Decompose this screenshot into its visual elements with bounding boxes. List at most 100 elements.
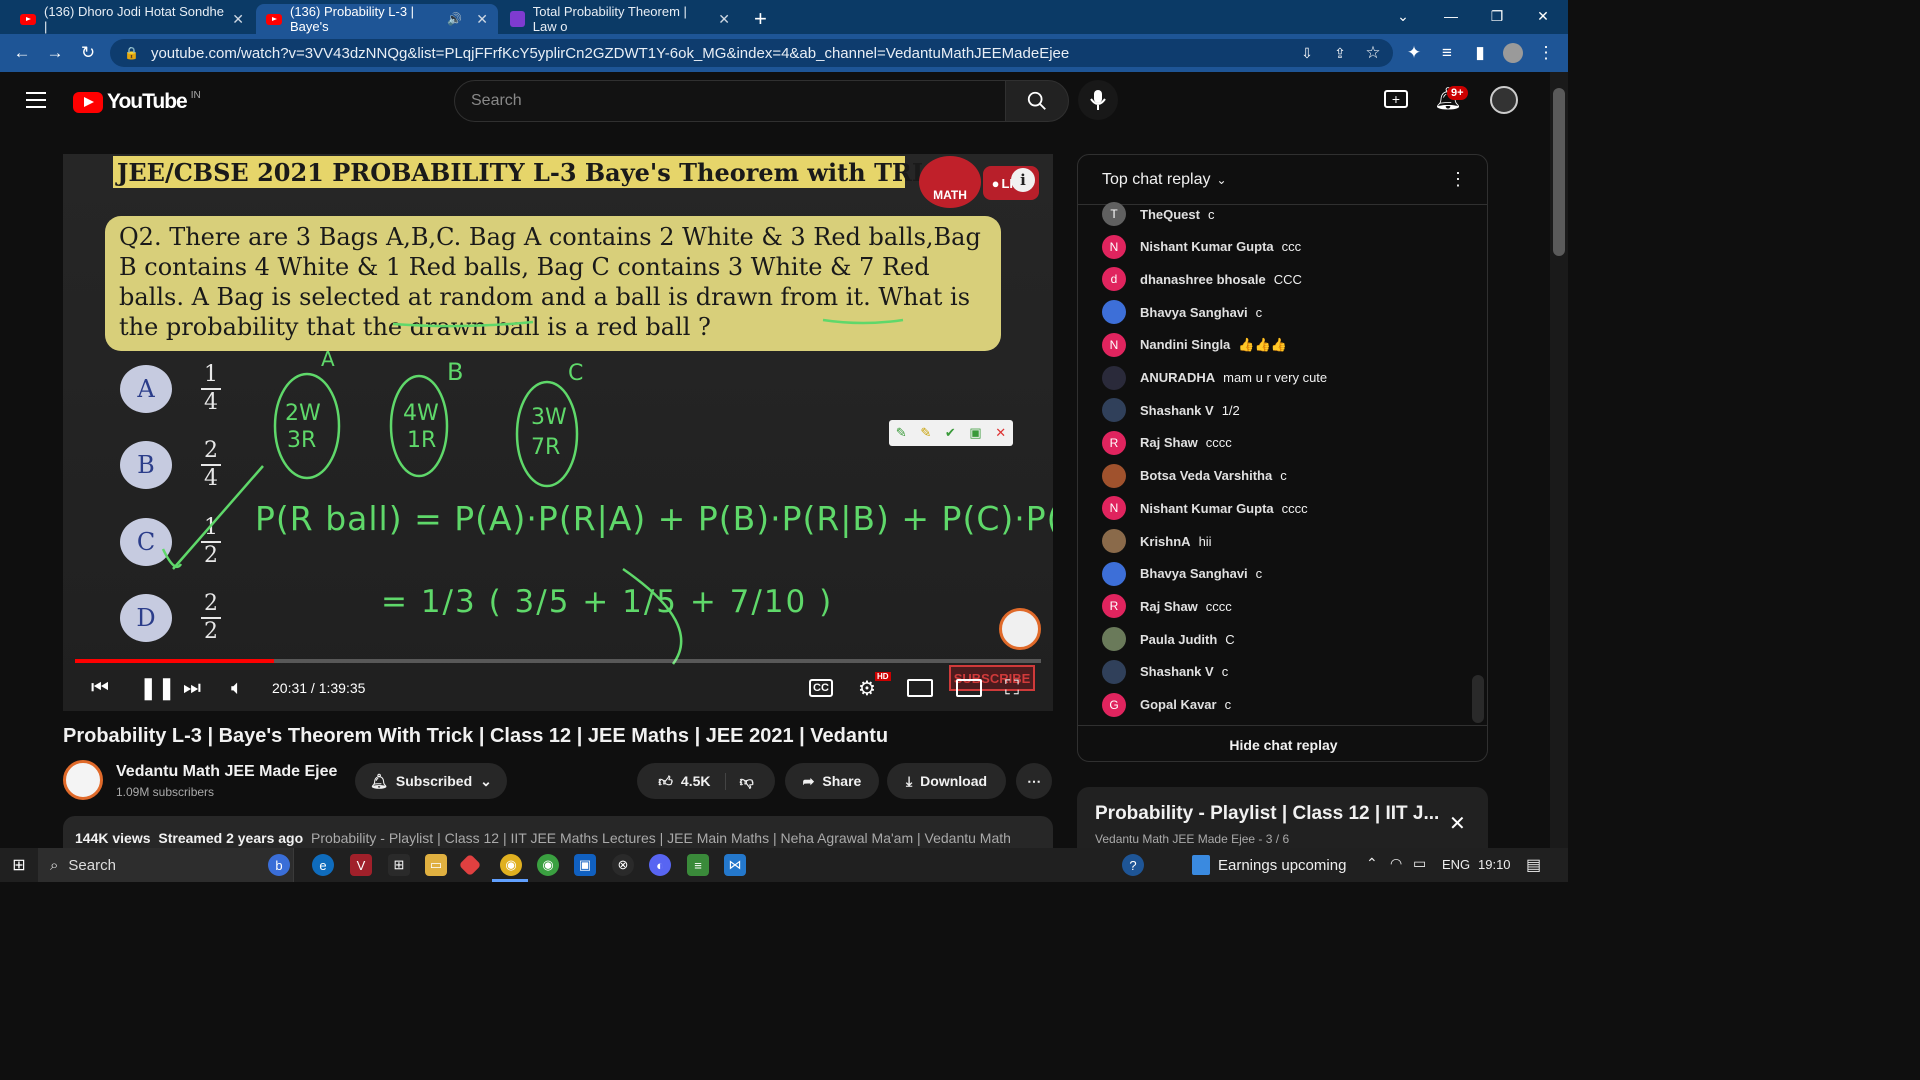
bookmark-star-icon[interactable]: ☆ (1363, 43, 1383, 63)
chat-author[interactable]: Shashank V (1140, 403, 1214, 418)
chat-author[interactable]: dhanashree bhosale (1140, 272, 1266, 287)
youtube-logo[interactable]: YouTube IN (73, 90, 201, 114)
show-hidden-icons-icon[interactable]: ⌃ (1366, 855, 1378, 872)
fullscreen-icon[interactable]: ⛶ (1005, 676, 1019, 700)
chat-author[interactable]: Bhavya Sanghavi (1140, 566, 1248, 581)
chat-avatar[interactable] (1102, 659, 1126, 684)
battery-icon[interactable]: ▭ (1413, 855, 1426, 872)
forward-icon[interactable]: → (45, 43, 65, 63)
chat-avatar[interactable] (1102, 398, 1126, 423)
chat-mode-dropdown[interactable]: Top chat replay (1102, 171, 1211, 189)
dislike-button[interactable]: 👎︎ (726, 773, 754, 790)
xbox-icon[interactable]: ⊗ (612, 854, 634, 876)
wifi-icon[interactable]: ◠ (1390, 855, 1402, 872)
chat-author[interactable]: Nishant Kumar Gupta (1140, 239, 1274, 254)
extensions-icon[interactable]: ✦ (1404, 43, 1424, 63)
next-icon[interactable]: ⏭ (183, 676, 201, 700)
hide-chat-button[interactable]: Hide chat replay (1078, 725, 1487, 761)
tab-1[interactable]: (136) Dhoro Jodi Hotat Sondhe | ✕ (10, 4, 254, 34)
back-icon[interactable]: ← (12, 43, 32, 63)
audio-playing-icon[interactable]: 🔊 (447, 12, 462, 26)
hamburger-menu-icon[interactable] (26, 92, 46, 108)
chat-author[interactable]: Nandini Singla (1140, 337, 1230, 352)
chat-avatar[interactable]: N (1102, 332, 1126, 357)
weather-widget[interactable]: Earnings upcoming (1192, 848, 1346, 882)
previous-icon[interactable]: ⏮ (91, 676, 109, 700)
notification-center-icon[interactable]: ▤ (1526, 855, 1541, 875)
close-icon[interactable]: ✕ (995, 425, 1006, 441)
chat-author[interactable]: Raj Shaw (1140, 599, 1198, 614)
captions-icon[interactable]: CC (809, 679, 833, 697)
chat-avatar[interactable] (1102, 365, 1126, 390)
language-indicator[interactable]: ENG (1442, 857, 1470, 872)
pause-icon[interactable]: ❚❚ (139, 675, 176, 700)
save-icon[interactable]: ▣ (969, 425, 981, 441)
tab-2[interactable]: (136) Probability L-3 | Baye's 🔊 ✕ (256, 4, 498, 34)
file-explorer-icon[interactable]: ▭ (425, 854, 447, 876)
chat-avatar[interactable] (1102, 627, 1126, 652)
chat-author[interactable]: Paula Judith (1140, 632, 1217, 647)
progress-bar[interactable] (75, 659, 1041, 663)
close-window-icon[interactable]: ✕ (1520, 0, 1566, 32)
highlighter-icon[interactable]: ✎ (920, 425, 931, 441)
chat-author[interactable]: Shashank V (1140, 664, 1214, 679)
chat-avatar[interactable]: T (1102, 202, 1126, 226)
settings-gear-icon[interactable]: ⚙ (858, 676, 876, 700)
voice-search-button[interactable] (1078, 80, 1118, 120)
clock[interactable]: 19:10 (1478, 857, 1511, 872)
check-icon[interactable]: ✔ (945, 425, 956, 441)
chat-avatar[interactable]: G (1102, 692, 1126, 717)
close-tab-icon[interactable]: ✕ (232, 11, 244, 28)
playlist-title[interactable]: Probability - Playlist | Class 12 | IIT … (1095, 803, 1439, 825)
search-button[interactable] (1005, 80, 1069, 122)
chrome-icon[interactable]: ◉ (500, 854, 522, 876)
reload-icon[interactable]: ↻ (78, 43, 98, 63)
chat-avatar[interactable]: R (1102, 430, 1126, 455)
more-actions-button[interactable]: ⋯ (1016, 763, 1052, 799)
address-bar[interactable]: 🔒 youtube.com/watch?v=3VV43dzNNQg&list=P… (110, 39, 1393, 67)
microsoft-store-icon[interactable]: ⊞ (388, 854, 410, 876)
chat-avatar[interactable]: R (1102, 594, 1126, 619)
discord-icon[interactable]: ◐ (649, 854, 671, 876)
chat-author[interactable]: Raj Shaw (1140, 435, 1198, 450)
bing-icon[interactable]: b (268, 854, 290, 876)
pen-icon[interactable]: ✎ (896, 425, 907, 441)
windows-start-icon[interactable]: ⊞ (8, 854, 30, 876)
app-icon-red[interactable]: V (350, 854, 372, 876)
chrome-profile-icon[interactable]: ◉ (537, 854, 559, 876)
app-icon-stack[interactable]: ≡ (687, 854, 709, 876)
side-panel-icon[interactable]: ▮ (1470, 43, 1490, 63)
chrome-menu-icon[interactable]: ⋮ (1536, 43, 1556, 63)
lock-icon[interactable]: 🔒 (124, 46, 139, 60)
app-icon-blue[interactable]: ▣ (574, 854, 596, 876)
download-button[interactable]: ⤓ Download (887, 763, 1006, 799)
chat-avatar[interactable] (1102, 463, 1126, 488)
chat-author[interactable]: TheQuest (1140, 207, 1200, 222)
chat-avatar[interactable] (1102, 529, 1126, 553)
profile-avatar[interactable] (1503, 43, 1523, 63)
share-button[interactable]: ➦ Share (785, 763, 879, 799)
minimize-icon[interactable]: — (1428, 0, 1474, 32)
install-icon[interactable]: ⇩ (1297, 43, 1317, 63)
git-icon[interactable] (458, 853, 482, 877)
chat-author[interactable]: KrishnA (1140, 534, 1191, 549)
new-tab-icon[interactable]: + (754, 6, 767, 32)
volume-icon[interactable]: 🔈︎ (231, 676, 243, 700)
maximize-icon[interactable]: ❐ (1474, 0, 1520, 32)
account-avatar[interactable] (1490, 86, 1518, 114)
video-player[interactable]: JEE/CBSE 2021 PROBABILITY L-3 Baye's The… (63, 154, 1053, 711)
more-options-icon[interactable]: ⋮ (1449, 169, 1467, 190)
chat-avatar[interactable] (1102, 561, 1126, 586)
create-video-icon[interactable]: + (1384, 90, 1408, 108)
subscribed-button[interactable]: 🔔︎ Subscribed ⌄ (355, 763, 507, 799)
chat-author[interactable]: Nishant Kumar Gupta (1140, 501, 1274, 516)
chevron-down-icon[interactable]: ⌄ (1217, 173, 1227, 187)
page-scrollbar[interactable] (1550, 72, 1568, 848)
theater-mode-icon[interactable] (956, 679, 982, 697)
channel-avatar[interactable] (63, 760, 103, 800)
search-input[interactable]: Search (454, 80, 1006, 122)
edge-browser-icon[interactable]: e (312, 854, 334, 876)
close-playlist-icon[interactable]: ✕ (1449, 811, 1466, 836)
taskbar-search-box[interactable]: ⌕ Search (38, 848, 294, 882)
media-control-icon[interactable]: ≡ (1437, 43, 1457, 63)
